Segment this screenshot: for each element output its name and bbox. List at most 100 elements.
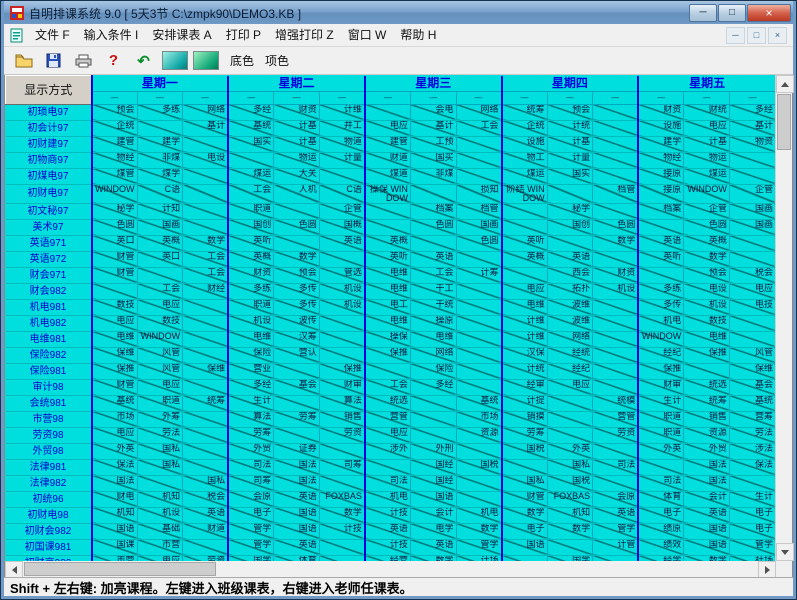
course-cell[interactable]: 物运 (683, 152, 730, 169)
course-cell[interactable]: 电子 (728, 523, 775, 540)
course-cell[interactable]: 机电 (455, 507, 502, 524)
course-cell[interactable] (363, 203, 411, 220)
course-cell[interactable]: 市场 (455, 411, 502, 428)
course-cell[interactable]: WINDOW (637, 331, 684, 348)
course-cell[interactable]: 证券 (273, 443, 320, 460)
course-cell[interactable]: 计统 (500, 363, 548, 380)
course-cell[interactable]: 多练 (136, 104, 183, 121)
menu-item[interactable]: 输入条件 I (77, 26, 146, 44)
course-cell[interactable] (182, 347, 229, 364)
course-cell[interactable] (592, 251, 639, 268)
course-cell[interactable] (728, 315, 775, 332)
course-cell[interactable]: 建学 (136, 136, 183, 153)
course-cell[interactable]: 电维 (90, 331, 138, 348)
course-cell[interactable]: 财电 (90, 491, 138, 508)
course-cell[interactable]: 电应 (683, 120, 730, 137)
course-cell[interactable]: 税会 (728, 267, 775, 284)
course-cell[interactable]: 营筹 (728, 411, 775, 428)
course-cell[interactable] (273, 235, 320, 252)
course-cell[interactable]: 财道 (363, 152, 411, 169)
course-cell[interactable]: 煤管 (90, 168, 138, 185)
class-row-label[interactable]: 美术97 (5, 219, 93, 236)
course-cell[interactable]: 电应 (363, 120, 411, 137)
course-cell[interactable]: 体育 (637, 491, 684, 508)
course-cell[interactable] (182, 331, 229, 348)
course-cell[interactable]: 网络 (546, 331, 593, 348)
course-cell[interactable]: 会计 (409, 507, 456, 524)
course-cell[interactable]: 操保 (363, 331, 411, 348)
course-cell[interactable]: 保法 (728, 459, 775, 476)
course-cell[interactable]: 设施 (500, 136, 548, 153)
course-cell[interactable]: 劳筹 (227, 427, 274, 444)
course-cell[interactable]: 保险 (227, 347, 274, 364)
course-cell[interactable]: FOXBAS (318, 491, 365, 508)
course-cell[interactable]: 汉保 (500, 347, 548, 364)
course-cell[interactable]: 司法 (363, 475, 411, 492)
course-cell[interactable] (546, 539, 593, 556)
course-cell[interactable] (592, 299, 639, 316)
course-cell[interactable]: 多练 (227, 283, 274, 300)
course-cell[interactable] (273, 363, 320, 380)
item-color-swatch[interactable] (193, 51, 219, 70)
course-cell[interactable] (455, 299, 502, 316)
course-cell[interactable]: 算法 (227, 411, 274, 428)
course-cell[interactable] (592, 203, 639, 220)
course-cell[interactable]: 国语 (273, 507, 320, 524)
course-cell[interactable]: 保险 (409, 363, 456, 380)
course-cell[interactable]: 工会 (182, 267, 229, 284)
course-cell[interactable]: 数学 (683, 251, 730, 268)
course-cell[interactable] (273, 395, 320, 412)
course-cell[interactable]: 经纪 (637, 347, 684, 364)
course-cell[interactable]: 接原 (637, 184, 684, 204)
course-cell[interactable] (455, 379, 502, 396)
class-row-label[interactable]: 初琐电97 (5, 104, 93, 121)
course-cell[interactable]: 机设 (592, 283, 639, 300)
menu-item[interactable]: 安排课表 A (145, 26, 218, 44)
course-cell[interactable] (318, 168, 365, 185)
course-cell[interactable]: 国概 (318, 219, 365, 236)
menu-item[interactable]: 窗口 W (341, 26, 394, 44)
course-cell[interactable]: 电技 (728, 299, 775, 316)
course-cell[interactable]: 英语 (273, 491, 320, 508)
course-cell[interactable] (546, 427, 593, 444)
course-cell[interactable]: 色圆 (455, 235, 502, 252)
course-cell[interactable]: 非煤 (136, 152, 183, 169)
course-cell[interactable]: 电学 (409, 523, 456, 540)
course-cell[interactable]: 企统 (500, 120, 548, 137)
course-cell[interactable]: 营管 (592, 411, 639, 428)
menu-item[interactable]: 打印 P (219, 26, 268, 44)
course-cell[interactable]: 计技 (318, 523, 365, 540)
course-cell[interactable]: 电应 (90, 427, 138, 444)
course-cell[interactable]: 统筹 (500, 104, 548, 121)
course-cell[interactable]: 营业 (227, 363, 274, 380)
course-cell[interactable]: 计知 (136, 203, 183, 220)
course-cell[interactable]: 英口 (90, 235, 138, 252)
close-button[interactable]: × (747, 4, 791, 22)
course-cell[interactable]: 风管 (136, 347, 183, 364)
course-cell[interactable]: 涉外 (363, 443, 411, 460)
course-cell[interactable]: 计技 (363, 507, 411, 524)
course-cell[interactable]: 建管 (90, 136, 138, 153)
course-cell[interactable]: 外英 (637, 443, 684, 460)
course-cell[interactable]: 机电 (363, 491, 411, 508)
course-cell[interactable] (318, 539, 365, 556)
course-cell[interactable]: 国法 (273, 475, 320, 492)
course-cell[interactable]: 外刑 (409, 443, 456, 460)
course-cell[interactable]: 司法 (592, 459, 639, 476)
course-cell[interactable]: 司法 (227, 459, 274, 476)
course-cell[interactable]: 秘学 (546, 203, 593, 220)
course-cell[interactable]: 设施 (637, 120, 684, 137)
course-cell[interactable] (363, 104, 411, 121)
course-cell[interactable]: 多传 (273, 283, 320, 300)
course-cell[interactable]: 国实 (227, 136, 274, 153)
course-cell[interactable] (546, 395, 593, 412)
course-cell[interactable] (500, 267, 548, 284)
course-cell[interactable]: 国创 (227, 219, 274, 236)
course-cell[interactable]: 财审 (318, 379, 365, 396)
course-cell[interactable]: 色圆 (273, 219, 320, 236)
course-cell[interactable]: 经审 (500, 379, 548, 396)
course-cell[interactable]: 物道 (318, 136, 365, 153)
course-cell[interactable]: 接原 (637, 168, 684, 185)
course-cell[interactable]: WINDOW (683, 184, 730, 204)
course-cell[interactable]: 英听 (500, 235, 548, 252)
